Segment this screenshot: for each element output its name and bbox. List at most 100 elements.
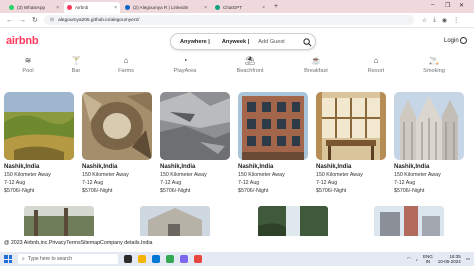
taskbar-search-placeholder: Type here to search <box>27 256 73 262</box>
category-label: Bar <box>71 68 81 74</box>
pool-icon: ≋ <box>24 56 32 65</box>
close-tab-icon[interactable]: × <box>56 5 59 11</box>
farm-icon: ⌂ <box>123 56 129 65</box>
search-anyweek[interactable]: Anyweek | <box>222 39 249 45</box>
site-info-icon[interactable]: ⊙ <box>50 17 54 23</box>
forward-icon[interactable]: → <box>19 17 26 24</box>
listing-distance: 150 Kilometer Away <box>160 172 207 178</box>
search-add-guest[interactable]: Add Guest <box>258 39 284 45</box>
search-bar[interactable]: Anywhere | Anyweek | Add Guest <box>170 33 316 50</box>
language-indicator[interactable]: ENG IN <box>423 254 433 264</box>
windows-start-icon[interactable] <box>4 255 12 263</box>
listing-dates: 7-12 Aug <box>160 180 182 186</box>
close-window-icon[interactable]: ✕ <box>459 2 464 9</box>
user-icon[interactable] <box>460 37 467 44</box>
search-icon <box>302 37 311 46</box>
listing-card[interactable]: Nashik,India 150 Kilometer Away 7-12 Aug… <box>4 92 74 195</box>
browser-tab-whatsapp[interactable]: (3) WhatsApp × <box>6 2 62 13</box>
browser-tab-linkedin[interactable]: (2) Alegoumya R | LinkedIn × <box>122 2 210 13</box>
category-breakfast[interactable]: ☕ Breakfast <box>296 56 336 74</box>
browser-tab-airbnb[interactable]: Airbnb × <box>64 2 120 13</box>
listing-photo-dining-room[interactable] <box>316 92 386 160</box>
listing-photo-green-hillside[interactable] <box>4 92 74 160</box>
category-resort[interactable]: ⌂ Resort <box>356 56 396 74</box>
listing-price: $5706/-Night <box>4 188 35 194</box>
listing-card[interactable]: Nashik,India 150 Kilometer Away 7-12 Aug… <box>82 92 152 195</box>
close-tab-icon[interactable]: × <box>114 5 117 11</box>
search-button[interactable] <box>301 36 313 48</box>
taskbar-search[interactable]: ⌕ Type here to search <box>18 254 118 264</box>
file-explorer-icon[interactable] <box>138 255 146 263</box>
back-icon[interactable]: ← <box>6 17 13 24</box>
close-tab-icon[interactable]: × <box>204 5 207 11</box>
tab-label: (2) Alegoumya R | LinkedIn <box>133 5 189 10</box>
app-icon[interactable] <box>180 255 188 263</box>
listing-price: $5706/-Night <box>82 188 113 194</box>
breakfast-icon: ☕ <box>311 56 321 65</box>
menu-icon[interactable]: ⋮ <box>453 17 459 24</box>
listing-photo-gothic-cathedral[interactable] <box>394 92 464 160</box>
resort-icon: ⌂ <box>373 56 379 65</box>
clock-date: 10-05-2024 <box>437 259 461 264</box>
listing-distance: 150 Kilometer Away <box>4 172 51 178</box>
listing-card[interactable]: Nashik,India 150 Kilometer Away 7-12 Aug… <box>394 92 464 195</box>
category-pool[interactable]: ≋ Pool <box>8 56 48 74</box>
category-farms[interactable]: ⌂ Farms <box>106 56 146 74</box>
edge-icon[interactable] <box>152 255 160 263</box>
category-playarea[interactable]: ◔ PlayArea <box>165 56 205 74</box>
browser-tab-chatgpt[interactable]: ChatGPT × <box>212 2 268 13</box>
listing-title: Nashik,India <box>394 164 430 170</box>
listing-dates: 7-12 Aug <box>4 180 26 186</box>
minimize-icon[interactable]: – <box>431 2 434 8</box>
airbnb-logo[interactable]: airbnb <box>6 35 39 47</box>
address-bar-row: ← → ↻ ⊙ alegoumya205.github.io/alegoumye… <box>0 13 474 28</box>
listing-photo-barn-house[interactable] <box>140 206 210 236</box>
listing-photo-rock-nest[interactable] <box>82 92 152 160</box>
listing-grid-row-2 <box>0 206 474 236</box>
chatgpt-favicon-icon <box>215 5 220 10</box>
bookmark-star-icon[interactable]: ☆ <box>422 17 427 24</box>
app-icon[interactable] <box>194 255 202 263</box>
region-code: IN <box>425 259 431 264</box>
new-tab-icon[interactable]: + <box>274 3 278 10</box>
listing-card[interactable]: Nashik,India 150 Kilometer Away 7-12 Aug… <box>316 92 386 195</box>
task-view-icon[interactable] <box>124 255 132 263</box>
listing-photo-forest[interactable] <box>24 206 94 236</box>
clock[interactable]: 16:35 10-05-2024 <box>438 254 461 264</box>
listing-title: Nashik,India <box>316 164 352 170</box>
network-icon[interactable]: ◠ <box>407 256 411 262</box>
whatsapp-favicon-icon <box>9 5 14 10</box>
reload-icon[interactable]: ↻ <box>32 16 38 24</box>
download-icon[interactable]: ⤓ <box>433 17 436 24</box>
listing-dates: 7-12 Aug <box>316 180 338 186</box>
profile-icon[interactable]: ◉ <box>442 17 447 24</box>
play-area-icon: ◔ <box>182 56 188 65</box>
listing-card[interactable]: Nashik,India 150 Kilometer Away 7-12 Aug… <box>238 92 308 195</box>
airbnb-favicon-icon <box>67 5 72 10</box>
listing-photo-rocky-terrain[interactable] <box>160 92 230 160</box>
footer-text: @ 2023 Airbnb,inc.PrivacyTermsSitemapCom… <box>4 240 153 246</box>
chrome-icon[interactable] <box>166 255 174 263</box>
listing-title: Nashik,India <box>238 164 274 170</box>
volume-icon[interactable]: ♪ <box>416 257 418 262</box>
login-link[interactable]: Login <box>444 38 459 44</box>
notification-icon[interactable]: ▭ <box>466 256 470 262</box>
bar-icon: 🍸 <box>71 56 81 65</box>
search-anywhere[interactable]: Anywhere | <box>180 39 210 45</box>
category-bar-drinks[interactable]: 🍸 Bar <box>56 56 96 74</box>
listing-distance: 150 Kilometer Away <box>316 172 363 178</box>
listing-photo-waterfall[interactable] <box>258 206 328 236</box>
listing-photo-city-tower[interactable] <box>374 206 444 236</box>
os-taskbar: ⌕ Type here to search ◠ ♪ ENG IN 16:35 1… <box>0 252 474 266</box>
category-beachfront[interactable]: ⛱ Beachfront <box>230 56 270 74</box>
close-tab-icon[interactable]: × <box>262 5 265 11</box>
category-bar: ≋ Pool 🍸 Bar ⌂ Farms ◔ PlayArea ⛱ Beachf… <box>0 56 474 78</box>
category-label: Farms <box>118 68 134 74</box>
category-smoking[interactable]: 🚬 Smoking <box>414 56 454 74</box>
listing-card[interactable]: Nashik,India 150 Kilometer Away 7-12 Aug… <box>160 92 230 195</box>
category-label: Breakfast <box>304 68 328 74</box>
url-text: alegoumya205.github.io/alegoumyer2/ <box>58 17 140 23</box>
maximize-icon[interactable]: ❐ <box>445 2 450 9</box>
url-field[interactable]: ⊙ alegoumya205.github.io/alegoumyer2/ <box>43 15 414 25</box>
listing-photo-brick-apartment[interactable] <box>238 92 308 160</box>
